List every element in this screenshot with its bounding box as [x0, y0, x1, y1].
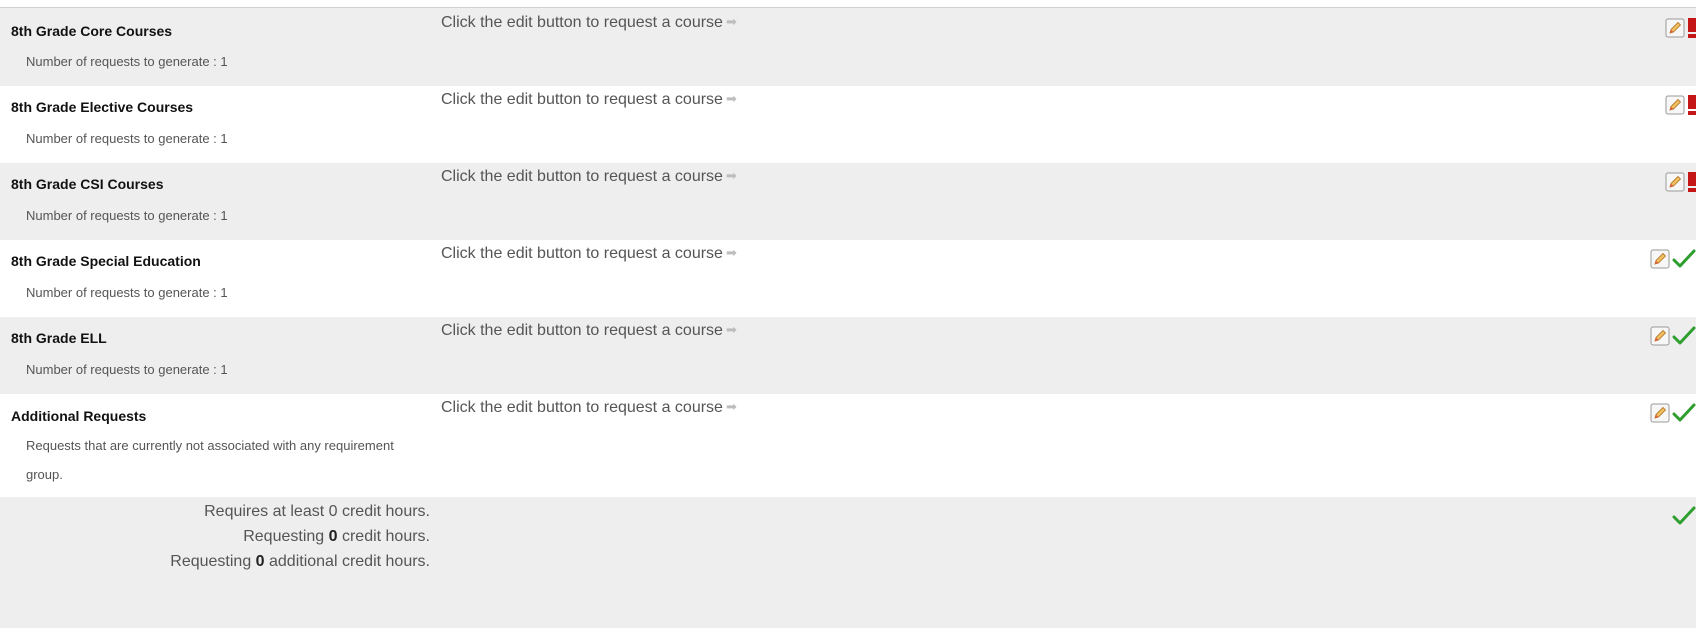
group-title: 8th Grade ELL [11, 330, 107, 346]
checkmark-icon [1672, 248, 1696, 270]
summary-prefix: Requesting [170, 553, 256, 570]
exclamation-icon [1688, 17, 1696, 39]
group-title: 8th Grade CSI Courses [11, 176, 164, 192]
group-title: Additional Requests [11, 408, 147, 424]
requirement-group-row: Additional Requests Requests that are cu… [0, 394, 1696, 497]
row-actions [1665, 94, 1696, 116]
edit-pencil-icon[interactable] [1665, 95, 1685, 115]
exclamation-icon [1688, 171, 1696, 193]
group-description: Number of requests to generate : 1 [26, 54, 228, 69]
instruction-text: Click the edit button to request a cours… [441, 14, 723, 31]
right-arrow-icon: ➡ [725, 91, 737, 106]
instruction-text: Click the edit button to request a cours… [441, 399, 723, 416]
checkmark-icon [1672, 505, 1696, 527]
request-instruction: Click the edit button to request a cours… [441, 168, 737, 186]
checkmark-icon [1672, 325, 1696, 347]
right-arrow-icon: ➡ [725, 245, 737, 260]
group-description: Requests that are currently not associat… [26, 438, 394, 482]
right-arrow-icon: ➡ [725, 168, 737, 183]
summary-status [1670, 505, 1696, 527]
summary-value: 0 [328, 528, 338, 545]
right-arrow-icon: ➡ [725, 322, 737, 337]
group-description: Number of requests to generate : 1 [26, 208, 228, 223]
edit-pencil-icon[interactable] [1650, 403, 1670, 423]
requirement-group-row: 8th Grade Elective Courses Number of req… [0, 86, 1696, 163]
instruction-text: Click the edit button to request a cours… [441, 245, 723, 262]
row-actions [1650, 402, 1696, 424]
edit-pencil-icon[interactable] [1665, 172, 1685, 192]
row-actions [1665, 17, 1696, 39]
request-instruction: Click the edit button to request a cours… [441, 91, 737, 109]
right-arrow-icon: ➡ [725, 14, 737, 29]
requirement-group-row: 8th Grade CSI Courses Number of requests… [0, 163, 1696, 240]
group-description: Number of requests to generate : 1 [26, 285, 228, 300]
summary-required-credits: Requires at least 0 credit hours. [204, 503, 430, 520]
edit-pencil-icon[interactable] [1650, 249, 1670, 269]
requirement-groups-table: 8th Grade Core Courses Number of request… [0, 7, 1696, 628]
summary-requesting-credits: Requesting 0 credit hours. [243, 528, 430, 546]
instruction-text: Click the edit button to request a cours… [441, 91, 723, 108]
request-instruction: Click the edit button to request a cours… [441, 14, 737, 32]
row-actions [1650, 248, 1696, 270]
request-instruction: Click the edit button to request a cours… [441, 399, 737, 417]
summary-additional-credits: Requesting 0 additional credit hours. [170, 553, 430, 571]
summary-suffix: credit hours. [337, 528, 430, 545]
requirement-group-row: 8th Grade Core Courses Number of request… [0, 8, 1696, 86]
edit-pencil-icon[interactable] [1650, 326, 1670, 346]
instruction-text: Click the edit button to request a cours… [441, 168, 723, 185]
checkmark-icon [1672, 402, 1696, 424]
row-actions [1650, 325, 1696, 347]
request-instruction: Click the edit button to request a cours… [441, 322, 737, 340]
group-description: Number of requests to generate : 1 [26, 362, 228, 377]
edit-pencil-icon[interactable] [1665, 18, 1685, 38]
requirement-group-row: 8th Grade Special Education Number of re… [0, 240, 1696, 317]
request-instruction: Click the edit button to request a cours… [441, 245, 737, 263]
right-arrow-icon: ➡ [725, 399, 737, 414]
summary-prefix: Requesting [243, 528, 329, 545]
requirement-group-row: 8th Grade ELL Number of requests to gene… [0, 317, 1696, 394]
group-description: Number of requests to generate : 1 [26, 131, 228, 146]
instruction-text: Click the edit button to request a cours… [441, 322, 723, 339]
credit-summary-row: Requires at least 0 credit hours. Reques… [0, 497, 1696, 628]
group-title: 8th Grade Special Education [11, 253, 201, 269]
group-title: 8th Grade Elective Courses [11, 99, 194, 115]
group-title: 8th Grade Core Courses [11, 23, 173, 39]
summary-value: 0 [255, 553, 265, 570]
exclamation-icon [1688, 94, 1696, 116]
row-actions [1665, 171, 1696, 193]
summary-suffix: additional credit hours. [264, 553, 430, 570]
